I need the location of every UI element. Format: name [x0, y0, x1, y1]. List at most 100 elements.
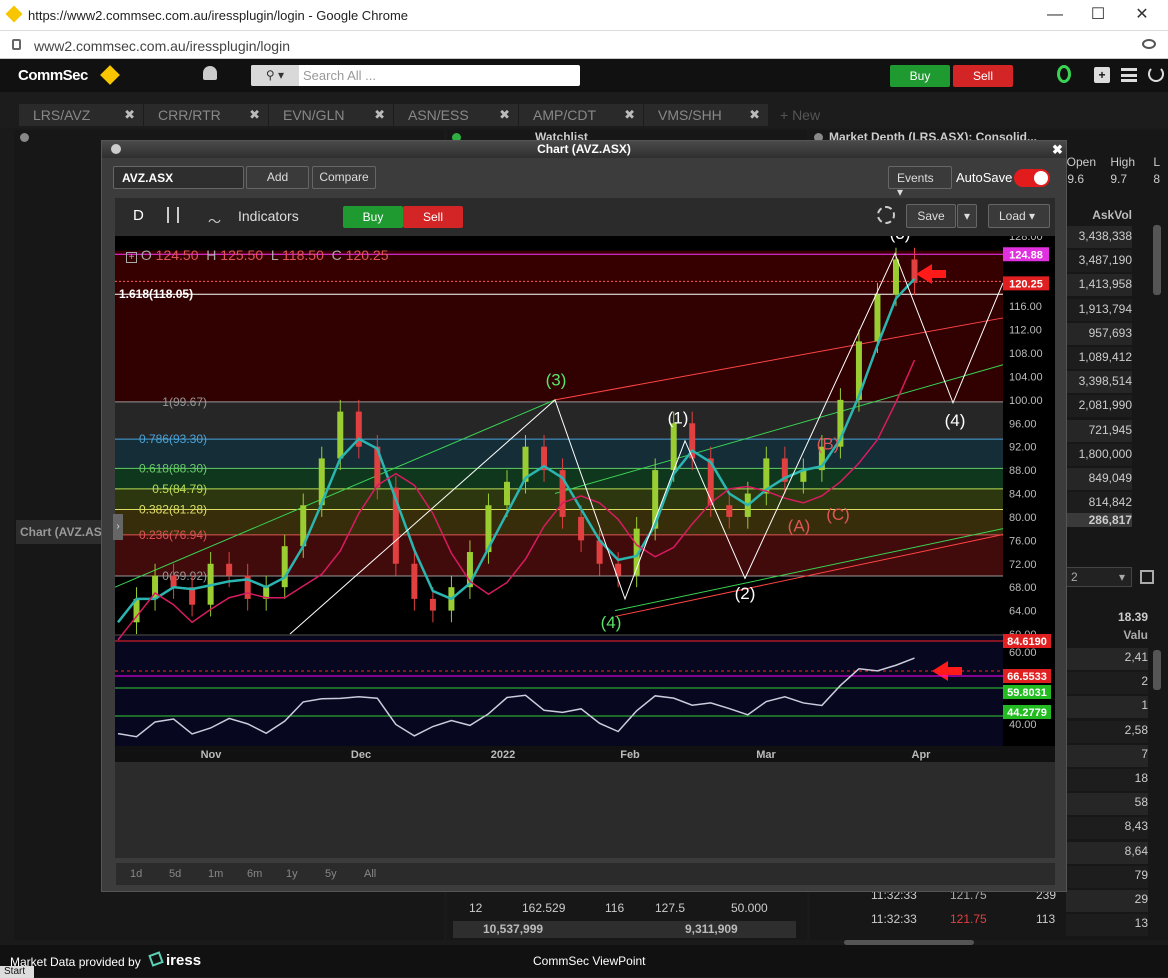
tab-asn-ess[interactable]: ASN/ESS ✖: [394, 104, 518, 126]
tab-label: AMP/CDT: [533, 107, 596, 123]
value-cell: 79: [1066, 865, 1148, 888]
open-label: O: [140, 247, 152, 263]
symbol-input[interactable]: AVZ.ASX: [113, 166, 244, 189]
askvol-cell: 3,438,338: [1066, 226, 1132, 248]
low-label: L: [270, 247, 279, 263]
candle: [337, 411, 344, 459]
y-tick-label: 68.00: [1009, 582, 1037, 594]
browser-titlebar: https://www2.commsec.com.au/iressplugin/…: [0, 0, 1168, 31]
buy-button[interactable]: Buy: [890, 65, 950, 87]
tab-crr-rtr[interactable]: CRR/RTR ✖: [144, 104, 268, 126]
close-icon[interactable]: ✖: [249, 107, 260, 123]
indicators-icon[interactable]: 〜: [208, 211, 221, 230]
expand-icon[interactable]: +: [126, 252, 137, 263]
start-button[interactable]: Start: [0, 966, 34, 978]
depth-dropdown[interactable]: 2 ▾: [1066, 567, 1132, 587]
range-6m[interactable]: 6m: [247, 868, 262, 880]
total-cell: 9,311,909: [685, 922, 738, 936]
y-tick-label: 80.00: [1009, 512, 1037, 524]
fib-label: 0.618(88.30): [139, 461, 207, 475]
address-bar[interactable]: www2.commsec.com.au/iressplugin/login: [0, 31, 1168, 59]
osc-axis-label: 40.00: [1009, 719, 1037, 731]
wave-label: (3): [890, 236, 911, 243]
candles-icon[interactable]: [167, 207, 179, 223]
tab-amp-cdt[interactable]: AMP/CDT ✖: [519, 104, 643, 126]
value-cell: 18: [1066, 769, 1148, 791]
close-icon[interactable]: ✖: [624, 107, 635, 123]
pane-dot-icon: [20, 133, 29, 142]
search-input[interactable]: Search All ...: [303, 68, 376, 83]
wave-label: (3): [546, 370, 567, 389]
close-icon[interactable]: ✖: [1052, 142, 1063, 158]
save-dropdown[interactable]: ▾: [957, 204, 977, 228]
tab-evn-gln[interactable]: EVN/GLN ✖: [269, 104, 393, 126]
chart-sell-button[interactable]: Sell: [403, 206, 463, 228]
minimize-icon[interactable]: —: [1035, 2, 1075, 28]
add-icon[interactable]: +: [1094, 67, 1110, 83]
candle: [578, 516, 585, 541]
search-box[interactable]: ⚲ ▾ Search All ...: [251, 65, 580, 86]
menu-icon[interactable]: [1121, 68, 1137, 82]
range-1m[interactable]: 1m: [208, 868, 223, 880]
close-icon[interactable]: ✖: [124, 107, 135, 123]
scrollbar[interactable]: [1153, 225, 1161, 295]
range-All[interactable]: All: [364, 868, 376, 880]
maximize-icon[interactable]: ☐: [1078, 2, 1118, 28]
range-1y[interactable]: 1y: [286, 868, 298, 880]
save-button[interactable]: Save: [906, 204, 956, 228]
iress-logo: iress: [166, 952, 202, 969]
sell-button[interactable]: Sell: [953, 65, 1013, 87]
load-button[interactable]: Load ▾: [988, 204, 1050, 228]
candle: [874, 294, 881, 342]
tab-lrs-avz[interactable]: LRS/AVZ ✖: [19, 104, 143, 126]
watchlist-row[interactable]: 12 162.529 116 127.5 50.000: [453, 901, 796, 919]
close-icon[interactable]: ✖: [374, 107, 385, 123]
oscillator-background: [115, 636, 1003, 746]
eye-icon[interactable]: [1142, 39, 1156, 49]
chevron-down-icon: ▾: [963, 209, 971, 223]
range-5y[interactable]: 5y: [325, 868, 337, 880]
calendar-icon[interactable]: [1140, 570, 1154, 584]
range-5d[interactable]: 5d: [169, 868, 181, 880]
compare-button[interactable]: Compare: [312, 166, 376, 189]
add-button[interactable]: Add: [246, 166, 309, 189]
chart-buy-button[interactable]: Buy: [343, 206, 403, 228]
indicators-button[interactable]: Indicators: [238, 208, 299, 224]
candle: [429, 598, 436, 611]
search-icon[interactable]: ⚲ ▾: [251, 65, 299, 86]
osc-axis-label: 60.00: [1009, 647, 1037, 659]
favicon-icon: [5, 5, 23, 23]
range-1d[interactable]: 1d: [130, 868, 142, 880]
price-chart[interactable]: 1.618(118.05) 1(99.67) 0.786(93.30) 0.618(8…: [115, 236, 1055, 861]
askvol-cell: 1,800,000: [1066, 443, 1132, 466]
close-icon[interactable]: ✖: [499, 107, 510, 123]
x-tick-label: Apr: [912, 749, 932, 761]
url-text[interactable]: www2.commsec.com.au/iressplugin/login: [34, 38, 290, 54]
close-value: 120.25: [345, 247, 389, 263]
scrollbar[interactable]: [1153, 650, 1161, 690]
autosave-toggle[interactable]: [1014, 169, 1050, 187]
close-icon[interactable]: ✕: [1122, 2, 1162, 28]
x-tick-label: Dec: [351, 749, 371, 761]
tab-vms-shh[interactable]: VMS/SHH ✖: [644, 104, 768, 126]
settings-gear-icon[interactable]: [877, 206, 895, 224]
askvol-cell: 1,089,412: [1066, 347, 1132, 369]
wave-label: (4): [601, 613, 622, 632]
power-icon[interactable]: [1148, 66, 1164, 82]
events-button[interactable]: Events ▾: [888, 166, 952, 199]
fib-label: 0.382(81.28): [139, 502, 207, 516]
bell-icon[interactable]: [203, 66, 217, 80]
chart-window-title: Chart (AVZ.ASX): [102, 141, 1066, 158]
app-name: CommSec ViewPoint: [533, 954, 646, 968]
cell: 50.000: [731, 901, 768, 915]
status-bulb-icon[interactable]: [1057, 65, 1071, 83]
collapse-handle[interactable]: ›: [113, 514, 123, 540]
ohlc-readout: + O 124.50 H 125.50 L 118.50 C 120.25: [126, 247, 388, 263]
candle: [892, 259, 899, 295]
price-tag-label: 120.25: [1009, 278, 1043, 290]
y-tick-label: 108.00: [1009, 348, 1043, 360]
trade-row[interactable]: 11:32:33 121.75 113: [816, 912, 1156, 932]
period-selector[interactable]: D: [133, 207, 144, 224]
new-tab-button[interactable]: + New: [780, 107, 820, 123]
close-icon[interactable]: ✖: [749, 107, 760, 123]
